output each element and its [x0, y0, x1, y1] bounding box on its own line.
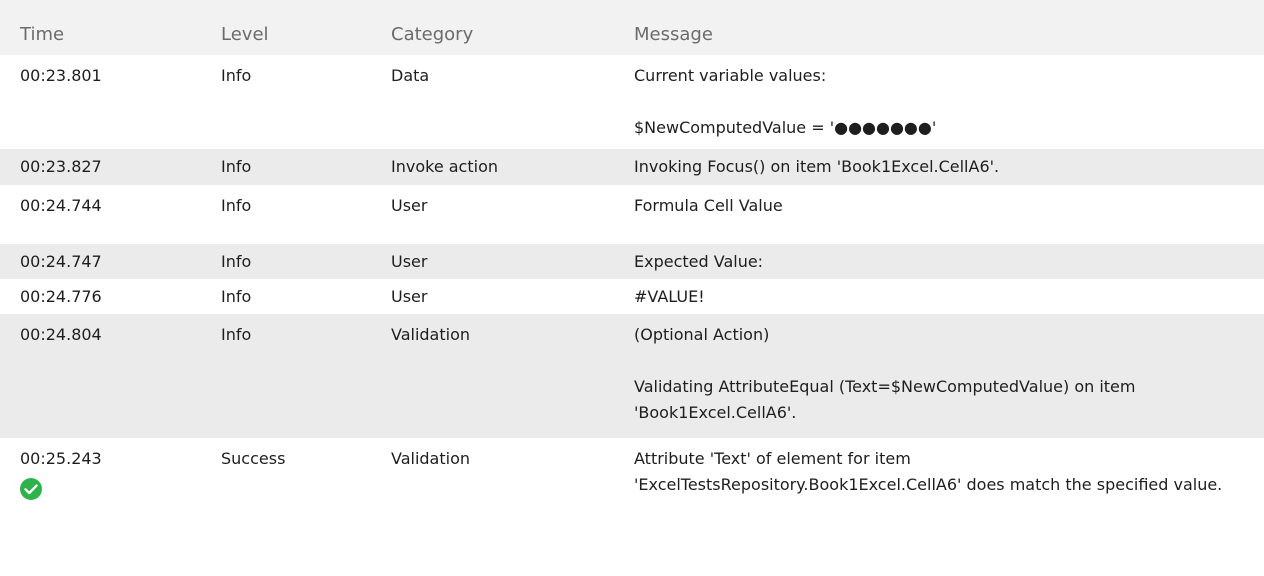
table-row[interactable]: 00:23.827 Info Invoke action Invoking Fo…	[0, 149, 1264, 185]
message-line: Invoking Focus() on item 'Book1Excel.Cel…	[634, 157, 1000, 176]
message-cell: Attribute 'Text' of element for item 'Ex…	[634, 438, 1264, 576]
time-cell: 00:23.827	[20, 157, 102, 176]
table-row[interactable]: 00:24.804 Info Validation (Optional Acti…	[0, 314, 1264, 438]
level-cell: Info	[221, 325, 252, 344]
report-log-table: Time Level Category Message 00:23.801 In…	[0, 0, 1264, 576]
category-cell: Validation	[391, 449, 471, 468]
category-cell: User	[391, 196, 428, 215]
level-cell: Info	[221, 287, 252, 306]
level-cell: Info	[221, 66, 252, 85]
time-cell: 00:24.776	[20, 287, 102, 306]
message-line: Formula Cell Value	[634, 196, 783, 215]
time-cell: 00:24.804	[20, 325, 102, 344]
column-header-message[interactable]: Message	[634, 0, 1264, 55]
level-cell: Info	[221, 157, 252, 176]
table-header: Time Level Category Message	[0, 0, 1264, 55]
message-line: Expected Value:	[634, 252, 764, 271]
level-cell: Info	[221, 252, 252, 271]
message-cell: Invoking Focus() on item 'Book1Excel.Cel…	[634, 149, 1264, 185]
level-cell: Success	[221, 449, 286, 468]
message-line: Current variable values:	[634, 66, 827, 85]
category-cell: User	[391, 252, 428, 271]
time-cell: 00:23.801	[20, 66, 102, 85]
message-cell: #VALUE!	[634, 279, 1264, 314]
category-cell: Data	[391, 66, 430, 85]
message-line: $NewComputedValue = '●●●●●●●'	[634, 118, 937, 137]
column-header-level[interactable]: Level	[221, 0, 391, 55]
column-header-time[interactable]: Time	[0, 0, 221, 55]
message-line: #VALUE!	[634, 287, 705, 306]
level-cell: Info	[221, 196, 252, 215]
message-cell: Expected Value:	[634, 244, 1264, 279]
message-cell: Formula Cell Value	[634, 185, 1264, 244]
category-cell: Validation	[391, 325, 471, 344]
message-line: Attribute 'Text' of element for item 'Ex…	[634, 449, 1223, 494]
message-line: (Optional Action)	[634, 325, 770, 344]
message-cell: (Optional Action) Validating AttributeEq…	[634, 314, 1264, 438]
table-row[interactable]: 00:25.243 Success Validation Attribute '…	[0, 438, 1264, 576]
table-row[interactable]: 00:24.776 Info User #VALUE!	[0, 279, 1264, 314]
message-cell: Current variable values: $NewComputedVal…	[634, 55, 1264, 149]
column-header-category[interactable]: Category	[391, 0, 634, 55]
category-cell: Invoke action	[391, 157, 498, 176]
category-cell: User	[391, 287, 428, 306]
time-value: 00:25.243	[20, 449, 102, 468]
table-row[interactable]: 00:24.744 Info User Formula Cell Value	[0, 185, 1264, 244]
time-cell: 00:24.744	[20, 196, 102, 215]
time-cell: 00:25.243	[0, 438, 221, 576]
time-cell: 00:24.747	[20, 252, 102, 271]
table-row[interactable]: 00:23.801 Info Data Current variable val…	[0, 55, 1264, 149]
table-row[interactable]: 00:24.747 Info User Expected Value:	[0, 244, 1264, 279]
success-check-icon	[20, 478, 42, 500]
message-line: Validating AttributeEqual (Text=$NewComp…	[634, 377, 1136, 422]
